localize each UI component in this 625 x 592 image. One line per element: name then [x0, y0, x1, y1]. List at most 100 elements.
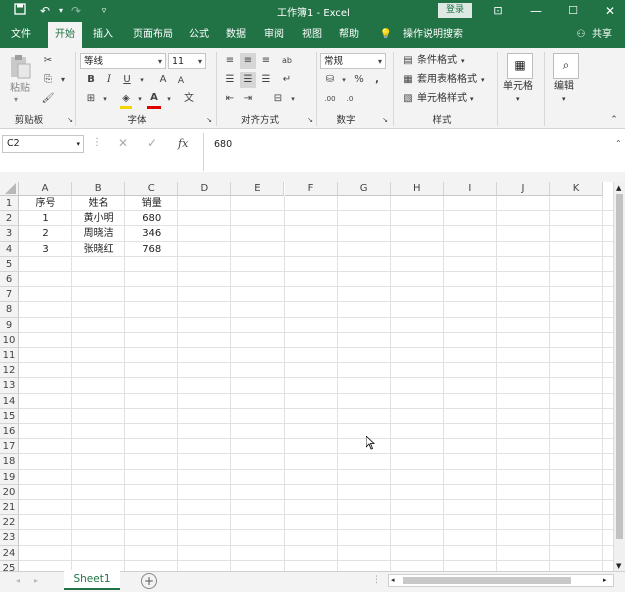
row-header-14[interactable]: 14 — [0, 393, 19, 409]
row-header-1[interactable]: 1 — [0, 196, 19, 212]
align-left-icon[interactable]: ☰ — [222, 72, 238, 88]
next-sheet-icon[interactable]: ▸ — [34, 576, 38, 585]
tab-help[interactable]: 帮助 — [334, 22, 364, 48]
worksheet-grid[interactable]: ABCDEFGHIJK 1 2 3 4 5 6 7 8 9 10 11 12 13 14 15 16 17 18 1… — [0, 182, 613, 572]
merge-center-icon[interactable]: ⊟ — [270, 91, 286, 107]
tab-insert[interactable]: 插入 — [88, 22, 118, 48]
redo-icon[interactable]: ↷ — [67, 2, 85, 20]
close-icon[interactable]: ✕ — [601, 2, 619, 20]
horizontal-scroll-thumb[interactable] — [403, 577, 571, 584]
selected-cell-c2[interactable] — [125, 211, 178, 227]
column-header-k[interactable]: K — [550, 182, 604, 196]
align-right-icon[interactable]: ☰ — [258, 72, 274, 88]
column-header-g[interactable]: G — [337, 182, 391, 196]
row-header-10[interactable]: 10 — [0, 332, 19, 348]
paste-dropdown-icon[interactable]: ▾ — [14, 92, 18, 108]
increase-indent-icon[interactable]: ⇥ — [240, 91, 256, 107]
tab-page-layout[interactable]: 页面布局 — [126, 22, 180, 48]
copy-icon[interactable]: ⎘ — [40, 72, 56, 88]
row-header-6[interactable]: 6 — [0, 272, 19, 288]
tell-me-search[interactable]: 操作说明搜索 — [398, 22, 468, 48]
row-header-7[interactable]: 7 — [0, 287, 19, 303]
row-header-23[interactable]: 23 — [0, 530, 19, 546]
font-launcher-icon[interactable]: ↘ — [201, 112, 217, 128]
format-as-table-button[interactable]: 套用表格格式 — [417, 72, 477, 88]
table-cell[interactable]: 768 — [125, 242, 178, 257]
underline-button[interactable]: U — [119, 72, 135, 88]
column-header-a[interactable]: A — [19, 182, 73, 196]
cell-styles-icon[interactable]: ▧ — [400, 91, 416, 107]
minimize-icon[interactable]: — — [527, 2, 545, 20]
copy-dropdown-icon[interactable]: ▾ — [55, 72, 71, 88]
format-painter-icon[interactable]: 🖌 — [40, 91, 56, 107]
table-cell[interactable]: 张晓红 — [72, 242, 125, 257]
cells-icon[interactable]: ▦ — [507, 53, 533, 79]
format-as-table-icon[interactable]: ▦ — [400, 72, 416, 88]
table-cell[interactable]: 2 — [19, 226, 72, 241]
row-header-12[interactable]: 12 — [0, 363, 19, 379]
row-header-15[interactable]: 15 — [0, 408, 19, 424]
expand-formula-icon[interactable]: ⌃ — [615, 139, 622, 148]
conditional-format-button[interactable]: 条件格式 — [417, 53, 457, 69]
tab-view[interactable]: 视图 — [297, 22, 327, 48]
scroll-up-icon[interactable]: ▲ — [616, 184, 621, 192]
row-header-8[interactable]: 8 — [0, 302, 19, 318]
bold-button[interactable]: B — [83, 72, 99, 88]
vertical-scrollbar[interactable]: ▲ ▼ — [613, 182, 625, 572]
cell-styles-dropdown-icon[interactable]: ▾ — [470, 91, 474, 107]
tab-data[interactable]: 数据 — [221, 22, 251, 48]
number-format-select[interactable]: 常规 ▾ — [320, 53, 386, 69]
column-header-h[interactable]: H — [390, 182, 444, 196]
row-header-16[interactable]: 16 — [0, 424, 19, 440]
cells-dropdown-icon[interactable]: ▾ — [516, 91, 520, 107]
row-header-18[interactable]: 18 — [0, 454, 19, 470]
share-button[interactable]: 共享 — [589, 22, 615, 48]
column-header-i[interactable]: I — [443, 182, 497, 196]
row-header-5[interactable]: 5 — [0, 256, 19, 272]
table-cell[interactable]: 346 — [125, 226, 178, 241]
cut-icon[interactable]: ✂ — [40, 53, 56, 69]
collapse-ribbon-icon[interactable]: ⌃ — [606, 112, 622, 128]
decrease-indent-icon[interactable]: ⇤ — [222, 91, 238, 107]
scroll-left-icon[interactable]: ◂ — [391, 576, 395, 584]
column-header-c[interactable]: C — [125, 182, 179, 196]
column-header-d[interactable]: D — [178, 182, 232, 196]
column-header-f[interactable]: F — [284, 182, 338, 196]
login-button[interactable]: 登录 — [438, 3, 472, 18]
search-icon[interactable]: ⌕ — [553, 53, 579, 79]
horizontal-scrollbar[interactable]: ◂ ▸ — [388, 574, 614, 587]
align-top-icon[interactable]: ≡ — [222, 53, 238, 69]
table-cell[interactable]: 1 — [19, 211, 72, 226]
prev-sheet-icon[interactable]: ◂ — [16, 576, 20, 585]
editing-dropdown-icon[interactable]: ▾ — [562, 91, 566, 107]
row-header-3[interactable]: 3 — [0, 226, 19, 242]
conditional-format-icon[interactable]: ▤ — [400, 53, 416, 69]
percent-button[interactable]: % — [351, 72, 367, 88]
row-header-20[interactable]: 20 — [0, 484, 19, 500]
insert-function-button[interactable]: fx — [178, 137, 188, 150]
orientation-icon[interactable]: ab — [279, 53, 295, 69]
tab-home[interactable]: 开始 — [48, 22, 82, 48]
enter-icon[interactable]: ✓ — [147, 136, 157, 150]
lightbulb-icon[interactable]: 💡 — [378, 22, 394, 48]
decrease-decimal-icon[interactable]: .0 — [342, 91, 358, 107]
font-color-button[interactable]: A — [146, 90, 162, 106]
conditional-format-dropdown-icon[interactable]: ▾ — [461, 53, 465, 69]
font-name-select[interactable]: 等线 ▾ — [80, 53, 166, 69]
sheet-tab-sheet1[interactable]: Sheet1 — [64, 570, 120, 590]
ribbon-display-icon[interactable]: ⊡ — [489, 2, 507, 20]
column-header-e[interactable]: E — [231, 182, 285, 196]
cancel-icon[interactable]: ✕ — [118, 136, 128, 150]
header-cell[interactable]: 姓名 — [72, 196, 125, 211]
borders-dropdown-icon[interactable]: ▾ — [97, 91, 113, 107]
tab-file[interactable]: 文件 — [4, 22, 38, 48]
select-all-corner[interactable] — [0, 182, 19, 196]
tab-review[interactable]: 审阅 — [259, 22, 289, 48]
customize-icon[interactable]: ▿ — [95, 2, 113, 20]
increase-decimal-icon[interactable]: .00 — [322, 91, 338, 107]
font-size-select[interactable]: 11 ▾ — [168, 53, 206, 69]
column-header-b[interactable]: B — [72, 182, 126, 196]
format-as-table-dropdown-icon[interactable]: ▾ — [481, 72, 485, 88]
underline-dropdown-icon[interactable]: ▾ — [134, 72, 150, 88]
accounting-dropdown-icon[interactable]: ▾ — [336, 72, 352, 88]
